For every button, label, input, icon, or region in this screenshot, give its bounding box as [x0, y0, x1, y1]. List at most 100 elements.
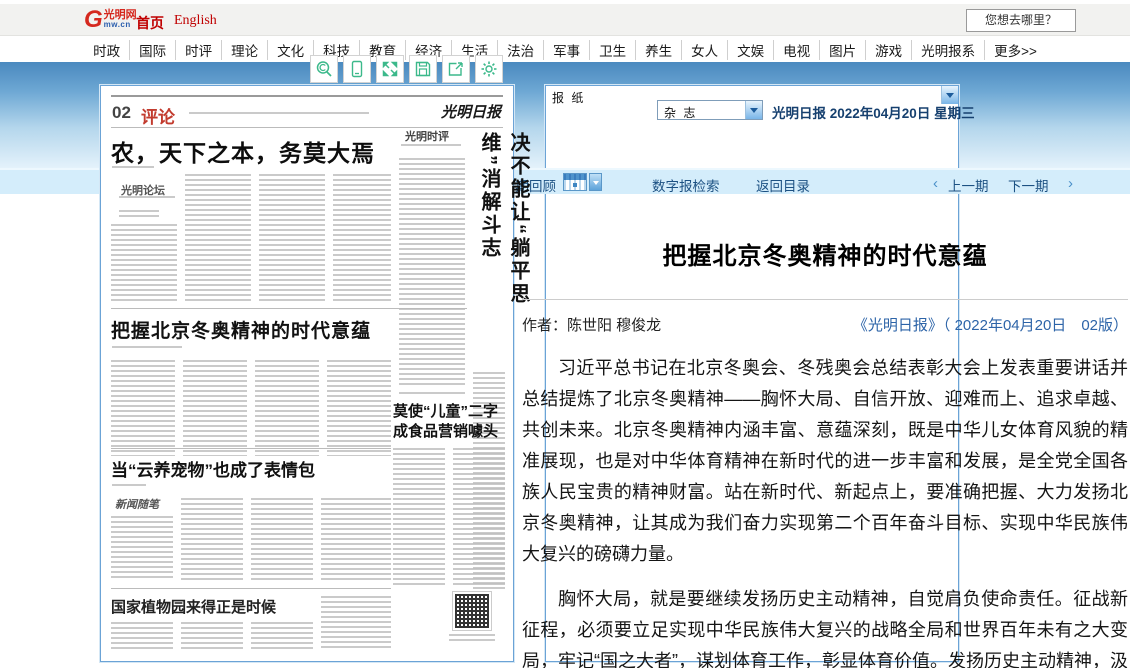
masthead-date: 光明日报 2022年04月20日 星期三 [772, 102, 975, 122]
article-title: 把握北京冬奥精神的时代意蕴 [522, 236, 1128, 271]
text-column [321, 596, 391, 650]
paper-headline-pets: 当“云养宠物”也成了表情包 [111, 456, 315, 481]
paper-headline-center: 把握北京冬奥精神的时代意蕴 [111, 316, 371, 343]
gmw-logo[interactable]: G 光明网 mw.cn [84, 7, 137, 33]
nav-item-dianshi[interactable]: 电视 [773, 40, 819, 60]
paper-masthead: 光明日报 [441, 101, 501, 122]
logo-g: G [84, 8, 103, 32]
text-column [399, 392, 465, 396]
text-column [255, 360, 319, 456]
text-column [399, 158, 465, 386]
chevron-down-icon[interactable] [745, 101, 762, 119]
text-column [393, 448, 445, 588]
text-column [251, 622, 313, 650]
nav-item-youxi[interactable]: 游戏 [865, 40, 911, 60]
divider [111, 588, 391, 589]
title-divider [522, 299, 1128, 300]
paper-headline-right-1: 莫使“儿童”二字 [393, 402, 498, 422]
source-paper-link[interactable]: 《光明日报》 [853, 317, 943, 334]
forum-signature [119, 210, 159, 217]
forum-badge-sub [119, 196, 175, 201]
fullscreen-icon[interactable] [376, 55, 404, 83]
reader-toolbar [310, 55, 503, 83]
calendar-icon [563, 173, 587, 191]
text-column [181, 622, 243, 650]
nav-item-shiping[interactable]: 时评 [175, 40, 221, 60]
nav-item-yangsheng[interactable]: 养生 [635, 40, 681, 60]
text-column [185, 174, 251, 302]
save-icon[interactable] [409, 55, 437, 83]
source-issue: （ 2022年04月20日 02版） [943, 317, 1128, 334]
magazine-select-value: 杂 志 [664, 104, 697, 121]
nav-item-wenhua[interactable]: 文化 [267, 40, 313, 60]
calendar-picker[interactable] [563, 173, 602, 191]
digital-search-link[interactable]: 数字报检索 [652, 175, 720, 195]
divider [111, 308, 467, 309]
nav-item-guoji[interactable]: 国际 [129, 40, 175, 60]
text-column [111, 622, 173, 650]
text-column [259, 174, 325, 302]
return-catalog-link[interactable]: 返回目录 [756, 175, 810, 195]
share-icon[interactable] [442, 55, 470, 83]
nav-item-wenyu[interactable]: 文娱 [727, 40, 773, 60]
qr-code [453, 592, 491, 630]
paper-headline-main: 农，天下之本，务莫大焉 [111, 134, 375, 168]
paper-header-meta [189, 112, 369, 117]
logo-name-en: mw.cn [104, 20, 137, 29]
paper-page-number: 02 [112, 103, 131, 123]
nav-item-nvren[interactable]: 女人 [681, 40, 727, 60]
magazine-select[interactable]: 杂 志 [657, 100, 763, 120]
text-column [333, 174, 391, 302]
paper-select-value: 报 纸 [552, 89, 585, 106]
next-arrow-icon[interactable]: › [1068, 175, 1073, 192]
text-column [183, 360, 247, 456]
english-link[interactable]: English [174, 13, 217, 29]
text-column [111, 224, 177, 302]
calendar-dropdown-icon [589, 173, 602, 191]
review-badge: 光明时评 [405, 128, 449, 144]
paper-headline-right-2: 成食品营销噱头 [393, 422, 498, 442]
paper-headline-garden: 国家植物园来得正是时候 [111, 596, 276, 617]
article-source: 《光明日报》（ 2022年04月20日 02版） [853, 314, 1128, 335]
nav-item-junshi[interactable]: 军事 [543, 40, 589, 60]
prev-arrow-icon[interactable]: ‹ [933, 175, 938, 192]
prev-issue-link[interactable]: 上一期 [948, 175, 989, 195]
article-author: 作者：陈世阳 穆俊龙 [522, 314, 661, 335]
article-paragraph: 习近平总书记在北京冬奥会、冬残奥会总结表彰大会上发表重要讲话并总结提炼了北京冬奥… [522, 353, 1128, 570]
article-paragraph: 胸怀大局，就是要继续发扬历史主动精神，自觉肩负使命责任。征战新征程，必须要立足实… [522, 584, 1128, 668]
goto-select[interactable]: 您想去哪里？ [966, 9, 1076, 32]
text-column [251, 498, 313, 580]
home-link[interactable]: 首页 [136, 13, 164, 33]
mobile-read-icon[interactable] [343, 55, 371, 83]
review-badge-sub [401, 144, 461, 149]
divider [111, 448, 391, 449]
nav-item-tupian[interactable]: 图片 [819, 40, 865, 60]
paper-author-mark [112, 346, 182, 351]
text-column [111, 516, 173, 580]
logo-name-cn: 光明网 [104, 11, 137, 20]
qr-caption [449, 634, 495, 644]
next-issue-link[interactable]: 下一期 [1008, 175, 1049, 195]
text-column [453, 448, 505, 588]
nav-item-more[interactable]: 更多>> [984, 40, 1046, 60]
page-root: G 光明网 mw.cn 首页 English 您想去哪里？ 时政 国际 时评 理… [0, 0, 1130, 668]
settings-icon[interactable] [475, 55, 503, 83]
text-column [327, 360, 391, 456]
article: 把握北京冬奥精神的时代意蕴 作者：陈世阳 穆俊龙 《光明日报》（ 2022年04… [522, 196, 1128, 668]
paper-author-mark [112, 484, 146, 489]
nav-item-gmbaoxi[interactable]: 光明报系 [911, 40, 984, 60]
zoom-search-icon[interactable] [310, 55, 338, 83]
nav-item-lilun[interactable]: 理论 [221, 40, 267, 60]
top-utility-bar: G 光明网 mw.cn 首页 English 您想去哪里？ [0, 4, 1130, 36]
nav-item-shizheng[interactable]: 时政 [84, 40, 129, 60]
text-column [321, 498, 391, 580]
newspaper-page-preview[interactable]: 02 评论 光明日报 农，天下之本，务莫大焉 光明论坛 光明时评 决不能让“躺平… [100, 85, 514, 662]
nav-item-fazhi[interactable]: 法治 [497, 40, 543, 60]
main-nav: 时政 国际 时评 理论 文化 科技 教育 经济 生活 法治 军事 卫生 养生 女… [0, 37, 1130, 62]
paper-top-rule [111, 95, 503, 97]
text-column [181, 498, 243, 580]
text-column [111, 360, 175, 456]
notes-badge: 新闻随笔 [115, 496, 159, 512]
paper-author-mark [112, 166, 154, 171]
nav-item-weisheng[interactable]: 卫生 [589, 40, 635, 60]
